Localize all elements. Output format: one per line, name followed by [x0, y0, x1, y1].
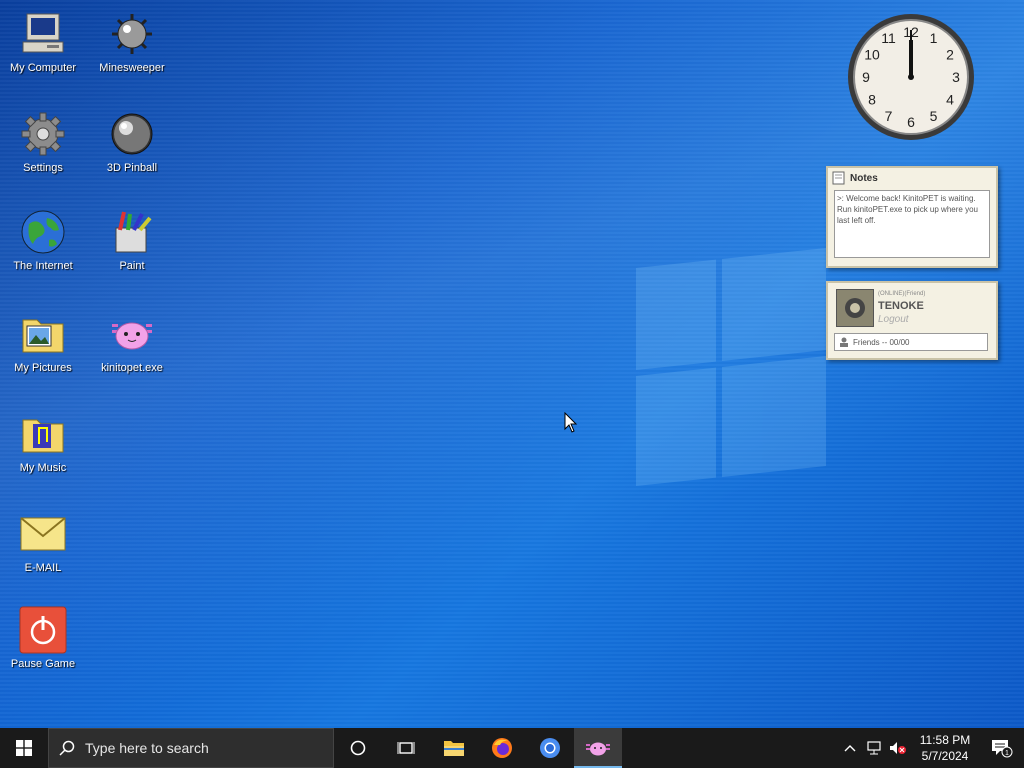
mouse-cursor-icon: [564, 412, 578, 433]
computer-icon: [22, 13, 64, 53]
clock-numeral: 6: [907, 114, 915, 130]
desktop-icon-3d-pinball[interactable]: 3D Pinball: [92, 110, 172, 175]
notification-icon: 1: [992, 740, 1013, 758]
taskbar: Type here to search 11:58 PM 5/7/2024 1: [0, 728, 1024, 768]
network-button[interactable]: [862, 728, 886, 768]
action-center-button[interactable]: 1: [980, 728, 1024, 768]
mail-icon: [20, 517, 66, 551]
clock-widget: 121234567891011: [848, 14, 974, 140]
music-folder-icon: [22, 419, 64, 453]
friends-bar[interactable]: Friends -- 00/00: [834, 333, 988, 351]
search-icon: [59, 740, 75, 756]
avatar-icon: [845, 298, 865, 318]
desktop-icon-the-internet[interactable]: The Internet: [3, 208, 83, 273]
desktop-icon-minesweeper[interactable]: Minesweeper: [92, 10, 172, 75]
avatar: [836, 289, 874, 327]
task-view-icon: [397, 742, 415, 754]
notes-widget: Notes >: Welcome back! KinitoPET is wait…: [826, 166, 998, 268]
cortana-button[interactable]: [334, 728, 382, 768]
taskbar-date: 5/7/2024: [921, 749, 969, 763]
taskbar-chrome[interactable]: [526, 728, 574, 768]
icon-label: Pause Game: [10, 658, 76, 670]
task-view-button[interactable]: [382, 728, 430, 768]
clock-numeral: 2: [946, 47, 954, 63]
mine-icon: [112, 14, 152, 54]
notes-title: Notes: [850, 172, 878, 184]
icon-label: E-MAIL: [24, 562, 62, 574]
icon-label: Paint: [119, 260, 145, 272]
taskbar-firefox[interactable]: [478, 728, 526, 768]
icon-label: kinitopet.exe: [101, 362, 163, 374]
clock-numeral: 11: [881, 30, 896, 46]
system-tray: 11:58 PM 5/7/2024 1: [838, 728, 1024, 768]
taskbar-file-explorer[interactable]: [430, 728, 478, 768]
desktop-icon-my-computer[interactable]: My Computer: [3, 10, 83, 75]
desktop-icon-email[interactable]: E-MAIL: [3, 510, 83, 575]
gear-icon: [21, 112, 65, 156]
pinball-icon: [111, 113, 153, 155]
note-icon: [832, 171, 845, 185]
clock-numeral: 5: [930, 108, 938, 124]
icon-label: 3D Pinball: [106, 162, 158, 174]
icon-label: My Pictures: [14, 362, 72, 374]
cortana-icon: [350, 740, 366, 756]
person-icon: [840, 337, 848, 347]
clock-numeral: 10: [864, 47, 880, 63]
volume-button[interactable]: [886, 728, 910, 768]
profile-name: TENOKE: [878, 300, 924, 312]
desktop-icon-kinitopet[interactable]: kinitopet.exe: [92, 310, 172, 375]
notes-header: Notes: [828, 168, 996, 188]
desktop-icon-my-pictures[interactable]: My Pictures: [3, 310, 83, 375]
clock-numeral: 7: [885, 108, 893, 124]
icon-label: Settings: [23, 162, 63, 174]
taskbar-kinitopet[interactable]: [574, 728, 622, 768]
windows-logo-wallpaper: [636, 248, 826, 486]
globe-icon: [21, 210, 65, 254]
pictures-folder-icon: [22, 319, 64, 353]
firefox-icon: [492, 738, 512, 758]
notification-count: 1: [1005, 750, 1009, 757]
taskbar-search-box[interactable]: Type here to search: [48, 728, 334, 768]
desktop: My Computer Settings The Internet My Pic…: [0, 0, 1024, 728]
clock-numeral: 4: [946, 92, 954, 108]
desktop-icon-my-music[interactable]: My Music: [3, 410, 83, 475]
profile-widget: (ONLINE)(Friend) TENOKE Logout Friends -…: [826, 281, 998, 360]
desktop-icon-paint[interactable]: Paint: [92, 208, 172, 273]
icon-label: My Music: [19, 462, 67, 474]
chevron-up-icon: [844, 745, 856, 752]
clock-numeral: 8: [868, 92, 876, 108]
notes-textarea[interactable]: >: Welcome back! KinitoPET is waiting. R…: [834, 190, 990, 258]
desktop-icon-settings[interactable]: Settings: [3, 110, 83, 175]
paint-icon: [115, 211, 152, 253]
network-icon: [867, 741, 881, 755]
profile-status: (ONLINE)(Friend): [878, 291, 926, 297]
power-icon: [19, 606, 67, 654]
start-button[interactable]: [0, 728, 48, 768]
search-placeholder: Type here to search: [85, 740, 209, 756]
clock-numeral: 1: [930, 30, 938, 46]
folder-icon: [444, 741, 464, 756]
show-hidden-icons-button[interactable]: [838, 728, 862, 768]
axolotl-icon: [112, 322, 152, 350]
chrome-icon: [540, 738, 560, 758]
icon-label: Minesweeper: [99, 62, 165, 74]
desktop-icon-pause-game[interactable]: Pause Game: [3, 606, 83, 671]
friends-label: Friends -- 00/00: [853, 337, 910, 347]
volume-muted-icon: [890, 742, 906, 754]
taskbar-time: 11:58 PM: [919, 733, 971, 747]
icon-label: The Internet: [13, 260, 73, 272]
axolotl-icon: [586, 742, 610, 756]
taskbar-clock[interactable]: 11:58 PM 5/7/2024: [910, 732, 980, 764]
icon-label: My Computer: [9, 62, 77, 74]
windows-icon: [16, 740, 32, 756]
clock-numeral: 9: [862, 69, 870, 85]
clock-numeral: 3: [952, 69, 960, 85]
logout-link[interactable]: Logout: [878, 314, 909, 325]
